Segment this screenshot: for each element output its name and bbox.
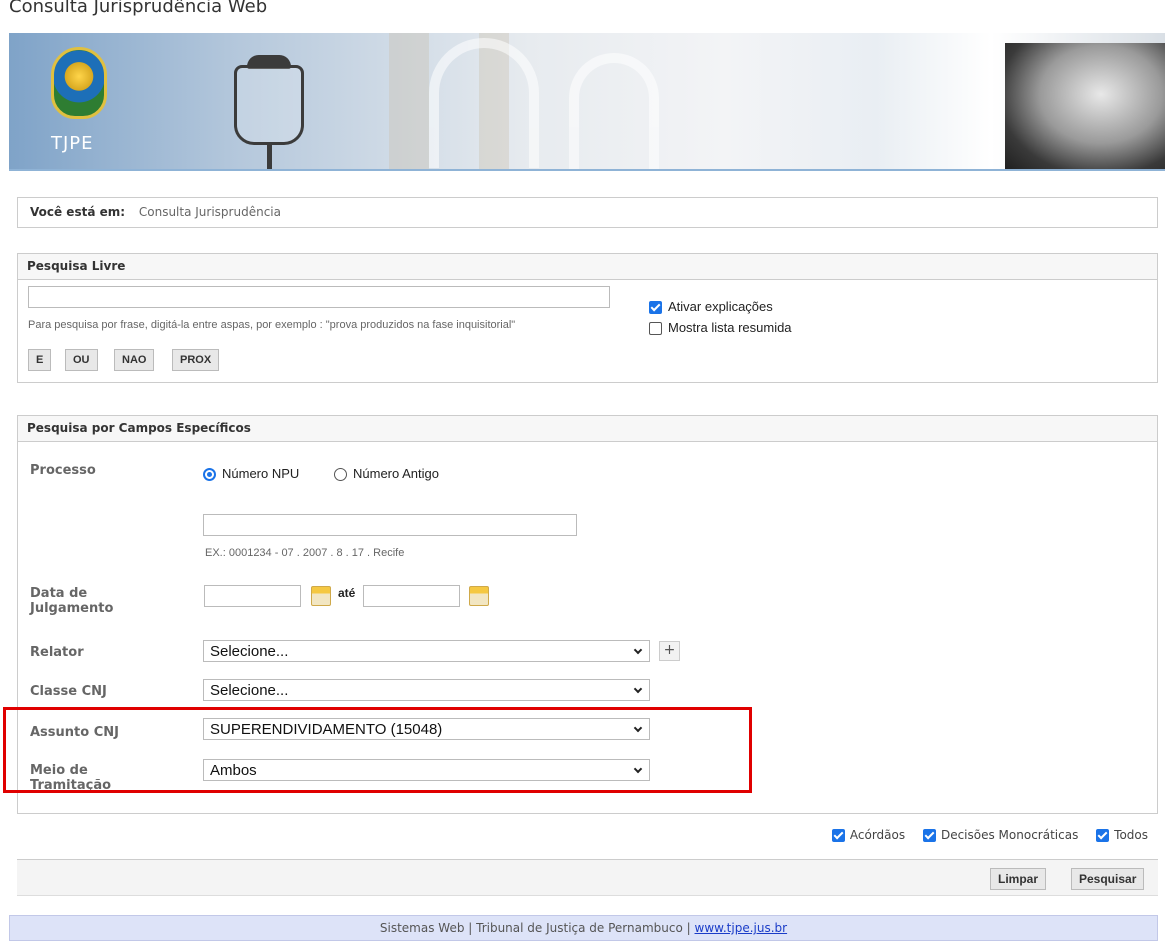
page-title: Consulta Jurisprudência Web: [9, 0, 268, 17]
free-search-hint: Para pesquisa por frase, digitá-la entre…: [28, 319, 516, 331]
highlight-box: [3, 707, 752, 793]
operator-ou-button[interactable]: OU: [65, 349, 98, 371]
logo-text: TJPE: [51, 133, 94, 154]
checkbox-checked-icon[interactable]: [649, 301, 662, 315]
checkbox-unchecked-icon[interactable]: [649, 322, 662, 336]
operator-prox-button[interactable]: PROX: [172, 349, 220, 371]
footer-text: Sistemas Web | Tribunal de Justiça de Pe…: [379, 921, 695, 935]
free-search-panel: Pesquisa Livre Para pesquisa por frase, …: [17, 253, 1158, 383]
processo-input[interactable]: [203, 514, 577, 536]
breadcrumb-label: Você está em:: [30, 205, 126, 219]
radio-numero-npu[interactable]: Número NPU: [203, 466, 299, 482]
data-inicio-input[interactable]: [204, 585, 301, 607]
filter-acordaos[interactable]: Acórdãos: [831, 828, 905, 842]
footer-link[interactable]: www.tjpe.jus.br: [695, 921, 788, 935]
search-button[interactable]: Pesquisar: [1071, 868, 1145, 890]
radio-unselected-icon[interactable]: [334, 468, 347, 482]
radio-selected-icon[interactable]: [203, 468, 216, 482]
option-ativar-explicacoes[interactable]: Ativar explicações: [649, 299, 773, 315]
classe-cnj-label: Classe CNJ: [30, 684, 107, 699]
breadcrumb-current: Consulta Jurisprudência: [138, 205, 281, 219]
classe-cnj-select[interactable]: Selecione...: [203, 679, 650, 701]
data-fim-input[interactable]: [363, 585, 460, 607]
checkbox-checked-icon[interactable]: [1096, 829, 1110, 842]
checkbox-checked-icon[interactable]: [831, 829, 845, 842]
relator-select[interactable]: Selecione...: [203, 640, 650, 662]
filter-todos[interactable]: Todos: [1096, 828, 1148, 842]
header-banner: TJPE: [9, 33, 1165, 171]
tjpe-crest-icon: [51, 47, 107, 119]
chevron-down-icon: [633, 645, 643, 655]
checkbox-checked-icon[interactable]: [922, 829, 936, 842]
calendar-icon[interactable]: [311, 586, 331, 606]
footer: Sistemas Web | Tribunal de Justiça de Pe…: [9, 915, 1158, 941]
statue-image: [1005, 43, 1165, 169]
radio-numero-antigo[interactable]: Número Antigo: [334, 466, 439, 482]
option-mostra-lista[interactable]: Mostra lista resumida: [649, 320, 792, 336]
calendar-icon[interactable]: [469, 586, 489, 606]
filter-decisoes-monocraticas[interactable]: Decisões Monocráticas: [922, 828, 1078, 842]
specific-search-title: Pesquisa por Campos Específicos: [18, 416, 1157, 442]
action-bar: Limpar Pesquisar: [17, 860, 1158, 896]
free-search-title: Pesquisa Livre: [18, 254, 1157, 280]
relator-label: Relator: [30, 645, 84, 660]
result-type-filters: Acórdãos Decisões Monocráticas Todos: [818, 828, 1148, 842]
ate-label: até: [338, 586, 356, 600]
operator-e-button[interactable]: E: [28, 349, 52, 371]
processo-label: Processo: [30, 463, 96, 478]
processo-example: EX.: 0001234 - 07 . 2007 . 8 . 17 . Reci…: [205, 547, 405, 559]
breadcrumb: Você está em: Consulta Jurisprudência: [17, 197, 1158, 228]
add-relator-button[interactable]: +: [659, 641, 680, 661]
free-search-input[interactable]: [28, 286, 610, 308]
chevron-down-icon: [633, 684, 643, 694]
operator-nao-button[interactable]: NAO: [114, 349, 155, 371]
clear-button[interactable]: Limpar: [990, 868, 1047, 890]
data-julgamento-label: Data de Julgamento: [30, 586, 114, 616]
